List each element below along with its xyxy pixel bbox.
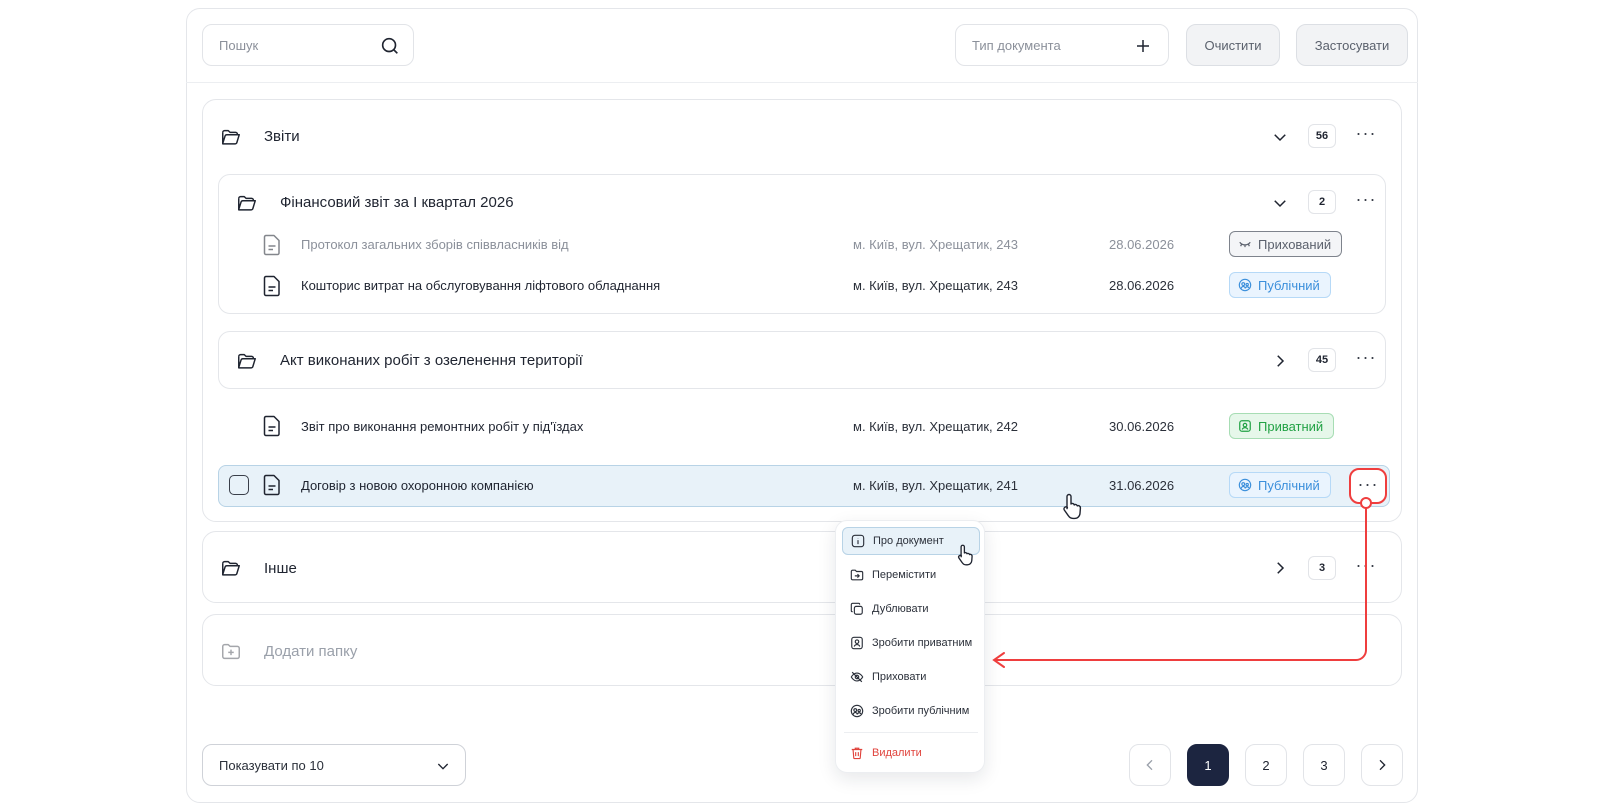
folder-title: Акт виконаних робіт з озеленення територ… — [280, 352, 583, 369]
menu-item-delete[interactable]: Видалити — [842, 739, 980, 767]
chevron-down-icon[interactable] — [1271, 194, 1289, 212]
chevron-down-icon[interactable] — [1271, 128, 1289, 146]
folder-title: Фінансовий звіт за І квартал 2026 — [280, 194, 514, 211]
doc-type-select[interactable]: Тип документа — [955, 24, 1169, 66]
more-icon[interactable]: ··· — [1353, 556, 1379, 576]
folder-title: Інше — [264, 560, 297, 577]
per-page-select[interactable]: Показувати по 10 — [202, 744, 466, 786]
document-address: м. Київ, вул. Хрещатик, 243 — [853, 237, 1018, 252]
document-icon — [263, 275, 280, 297]
menu-item-label: Дублювати — [872, 603, 929, 615]
status-label: Публічний — [1258, 477, 1320, 493]
document-date: 28.06.2026 — [1109, 278, 1175, 293]
document-name[interactable]: Протокол загальних зборів співвласників … — [301, 237, 569, 252]
folder-count: 56 — [1308, 124, 1336, 148]
per-page-label: Показувати по 10 — [219, 758, 324, 773]
menu-item-duplicate[interactable]: Дублювати — [842, 595, 980, 623]
menu-item-label: Приховати — [872, 671, 927, 683]
private-icon — [1239, 420, 1251, 432]
folder-plus-icon — [222, 643, 240, 660]
folder-count: 3 — [1308, 556, 1336, 580]
menu-item-label: Видалити — [872, 747, 922, 759]
more-button-active[interactable]: ··· — [1349, 468, 1387, 504]
trash-icon — [851, 747, 863, 760]
plus-icon[interactable] — [1134, 37, 1152, 55]
menu-item-label: Зробити приватним — [872, 637, 973, 649]
public-icon — [1238, 478, 1252, 492]
document-icon — [263, 415, 280, 437]
prev-page-button[interactable] — [1129, 744, 1171, 786]
info-icon — [851, 534, 865, 548]
document-name[interactable]: Кошторис витрат на обслуговування ліфтов… — [301, 278, 660, 293]
toolbar-divider — [186, 82, 1418, 83]
move-icon — [850, 569, 864, 581]
status-badge: Приватний — [1229, 413, 1335, 439]
duplicate-icon — [850, 602, 863, 615]
document-date: 31.06.2026 — [1109, 478, 1175, 493]
document-name[interactable]: Договір з новою охоронною компанією — [301, 478, 534, 493]
folder-icon — [238, 353, 256, 369]
folder-other — [202, 531, 1402, 603]
folder-icon — [222, 560, 240, 576]
page-1-button[interactable]: 1 — [1187, 744, 1229, 786]
more-icon[interactable]: ··· — [1353, 348, 1379, 368]
folder-count: 2 — [1308, 190, 1336, 214]
context-menu: Про документ Перемістити Дублювати Зроби… — [835, 520, 985, 773]
chevron-right-icon[interactable] — [1271, 352, 1289, 370]
document-address: м. Київ, вул. Хрещатик, 241 — [853, 478, 1018, 493]
chevron-down-icon — [437, 763, 449, 770]
status-label: Прихований — [1258, 236, 1332, 252]
chevron-right-icon[interactable] — [1271, 559, 1289, 577]
menu-item-label: Перемістити — [872, 569, 937, 581]
document-name[interactable]: Звіт про виконання ремонтних робіт у під… — [301, 419, 583, 434]
doc-type-placeholder: Тип документа — [972, 38, 1061, 53]
status-badge: Публічний — [1229, 272, 1331, 298]
row-checkbox[interactable] — [229, 475, 249, 495]
status-badge: Прихований — [1229, 231, 1343, 257]
chevron-right-icon — [1379, 759, 1386, 771]
folder-count: 45 — [1308, 348, 1336, 372]
eye-off-icon — [1239, 241, 1251, 248]
menu-divider — [844, 732, 978, 733]
menu-item-label: Зробити публічним — [872, 705, 970, 717]
status-label: Публічний — [1258, 277, 1320, 293]
page-2-button[interactable]: 2 — [1245, 744, 1287, 786]
clear-button[interactable]: Очистити — [1186, 24, 1280, 66]
status-badge: Публічний — [1229, 472, 1331, 498]
menu-item-make-private[interactable]: Зробити приватним — [842, 629, 980, 657]
menu-item-hide[interactable]: Приховати — [842, 663, 980, 691]
more-icon: ··· — [1357, 474, 1379, 494]
chevron-left-icon — [1146, 759, 1153, 771]
document-icon — [263, 234, 280, 256]
next-page-button[interactable] — [1361, 744, 1403, 786]
search-placeholder: Пошук — [219, 38, 259, 53]
document-date: 28.06.2026 — [1109, 237, 1175, 252]
document-icon — [263, 474, 280, 496]
page-3-button[interactable]: 3 — [1303, 744, 1345, 786]
add-folder-label: Додати папку — [264, 643, 358, 660]
private-icon — [851, 636, 863, 650]
more-icon[interactable]: ··· — [1353, 190, 1379, 210]
document-address: м. Київ, вул. Хрещатик, 242 — [853, 419, 1018, 434]
menu-item-label: Про документ — [873, 535, 944, 547]
document-date: 30.06.2026 — [1109, 419, 1175, 434]
menu-item-make-public[interactable]: Зробити публічним — [842, 697, 980, 725]
search-icon[interactable] — [379, 35, 401, 57]
menu-item-move[interactable]: Перемістити — [842, 561, 980, 589]
folder-icon — [222, 129, 240, 145]
menu-item-about[interactable]: Про документ — [842, 527, 980, 555]
search-input[interactable]: Пошук — [202, 24, 414, 66]
document-address: м. Київ, вул. Хрещатик, 243 — [853, 278, 1018, 293]
apply-button[interactable]: Застосувати — [1296, 24, 1408, 66]
more-icon[interactable]: ··· — [1353, 124, 1379, 144]
status-label: Приватний — [1258, 418, 1324, 434]
folder-title: Звіти — [264, 128, 300, 145]
add-folder-button[interactable] — [202, 614, 1402, 686]
public-icon — [850, 704, 864, 718]
public-icon — [1238, 278, 1252, 292]
eye-off-icon — [850, 671, 864, 683]
folder-icon — [238, 195, 256, 211]
